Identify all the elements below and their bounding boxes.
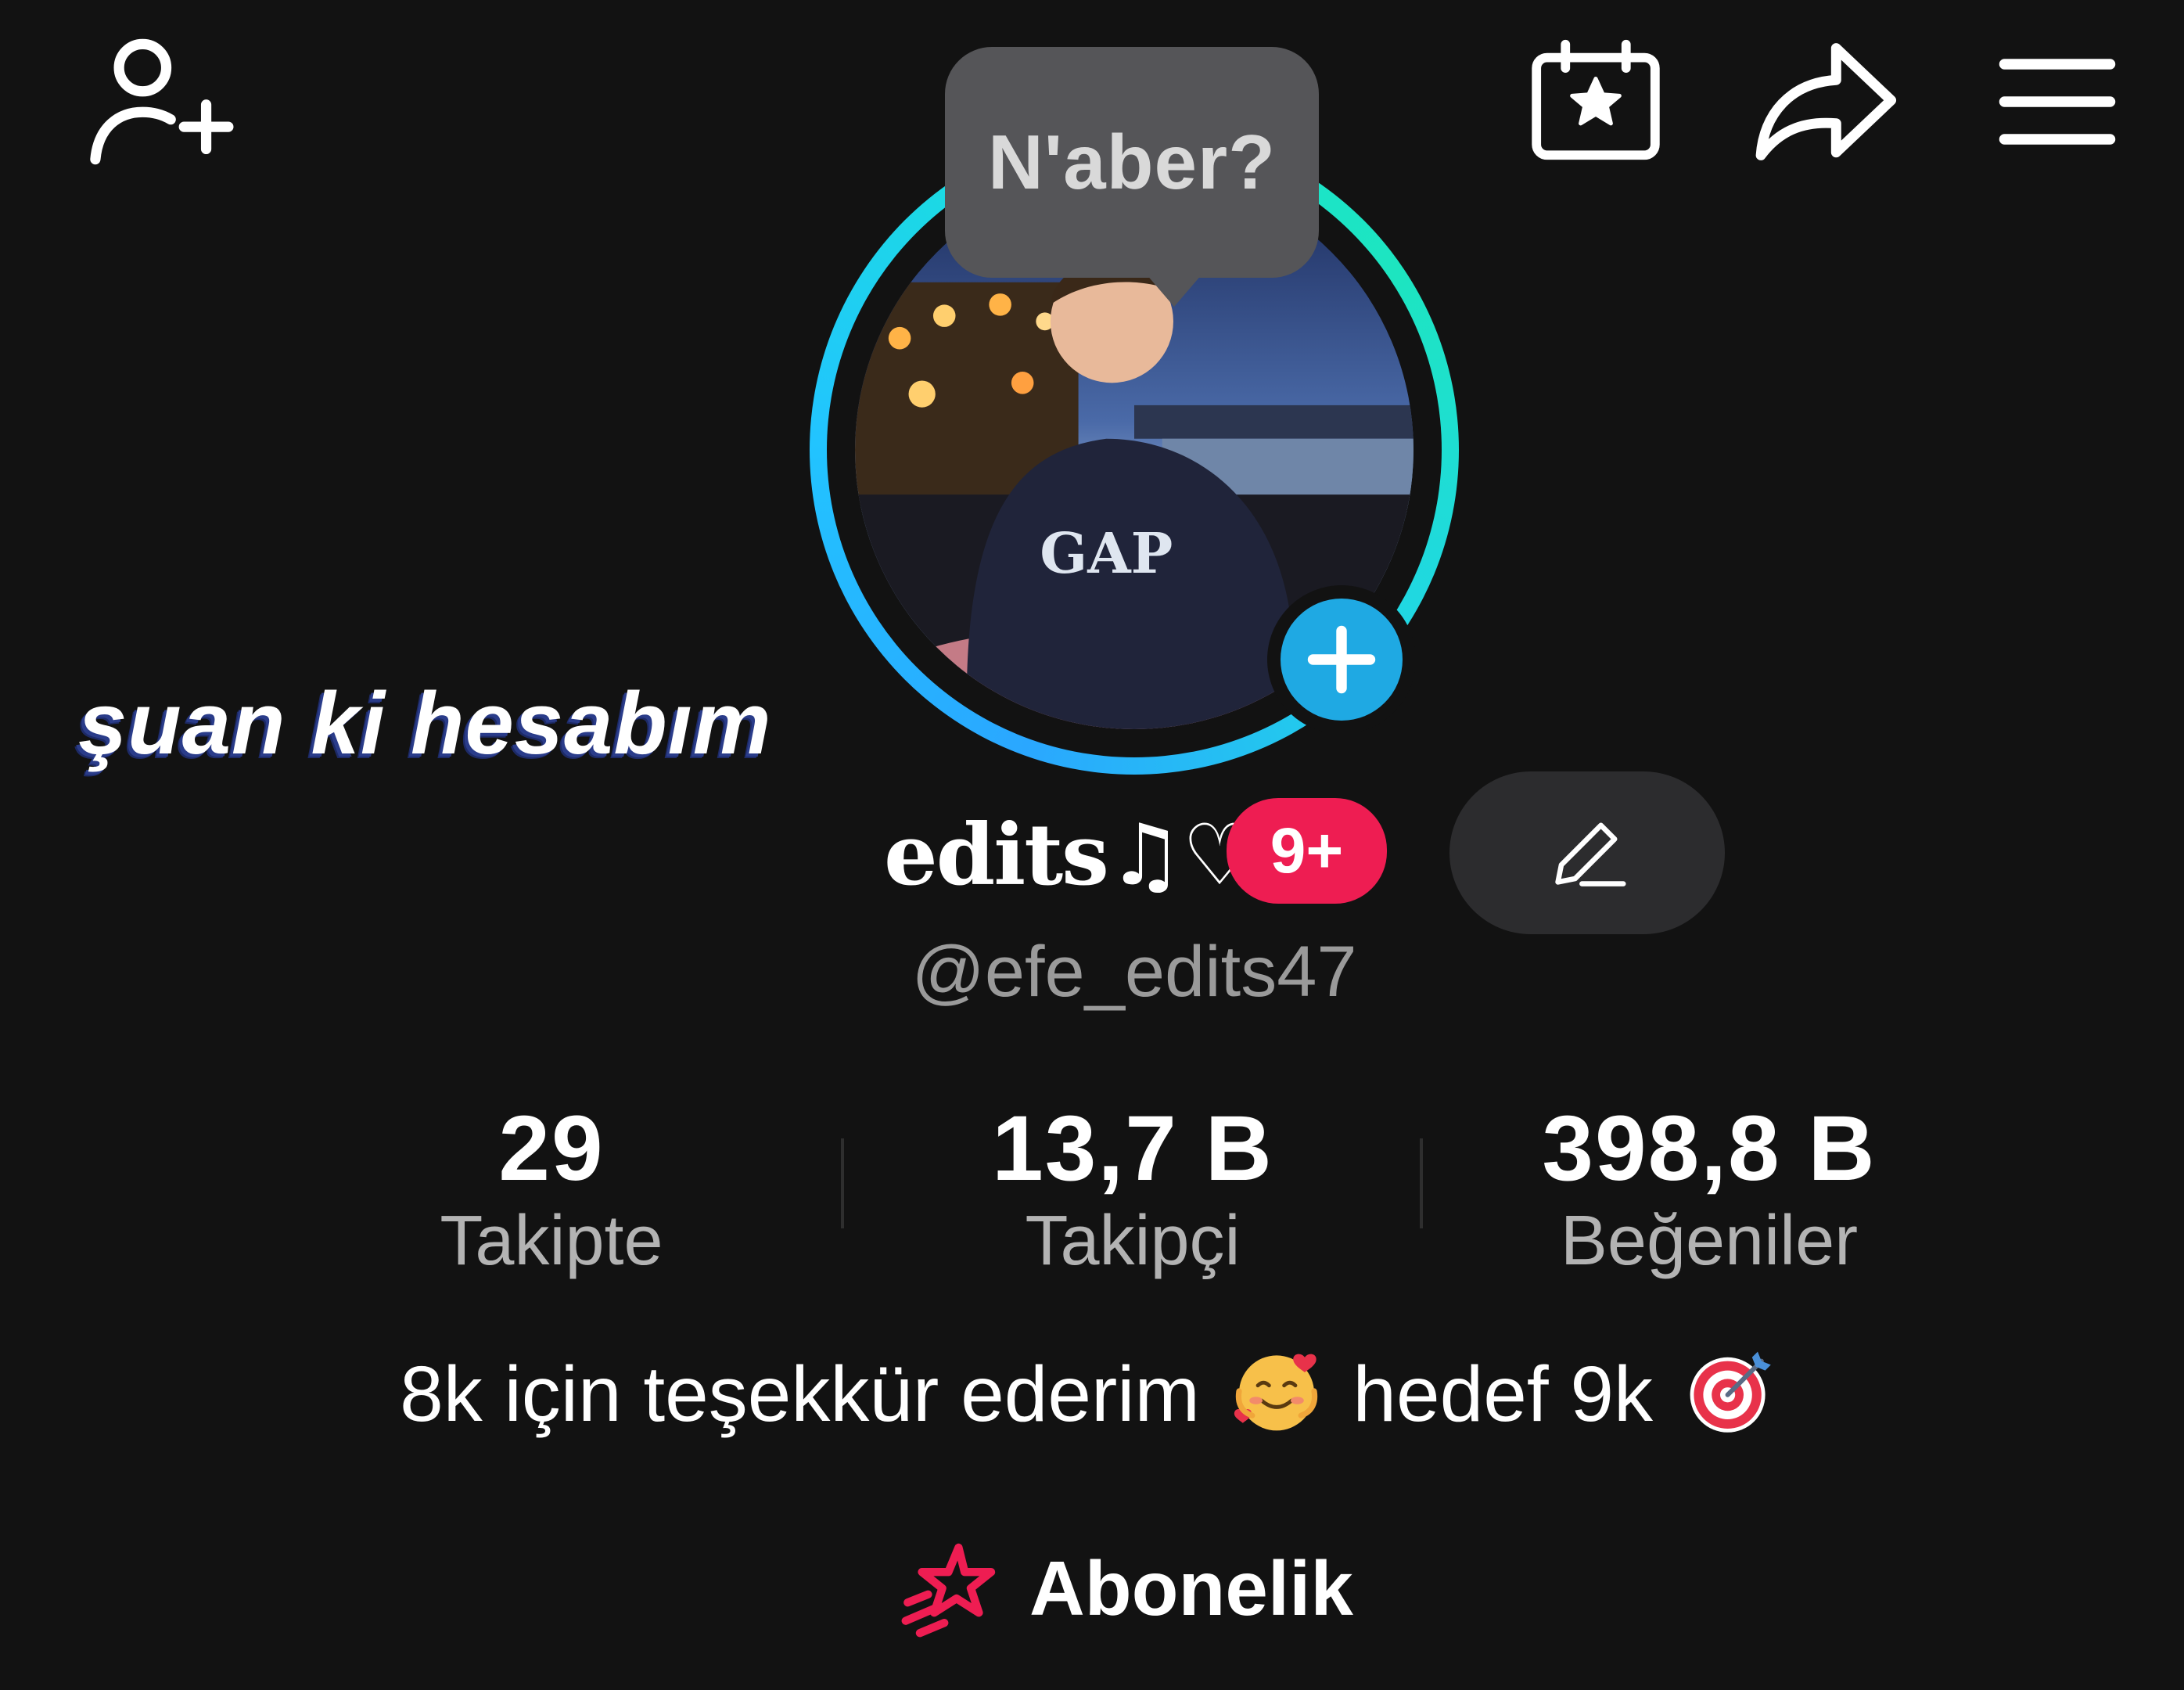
calendar-star-icon[interactable] <box>1529 39 1662 160</box>
stat-divider <box>841 1138 844 1228</box>
svg-text:GAP: GAP <box>1040 520 1173 586</box>
following-label[interactable]: Takipte <box>317 1201 786 1282</box>
hamburger-menu-icon[interactable] <box>1999 55 2116 149</box>
pencil-icon <box>1555 822 1626 886</box>
smiling-face-with-hearts-icon <box>1230 1344 1324 1438</box>
username: @efe_edits47 <box>911 932 1357 1012</box>
followers-count[interactable]: 13,7 B <box>898 1095 1367 1202</box>
status-bubble-tail <box>1146 274 1202 307</box>
status-bubble[interactable]: N'aber? <box>945 47 1319 278</box>
edit-profile-button[interactable] <box>1449 771 1725 934</box>
likes-count[interactable]: 398,8 B <box>1475 1095 1944 1202</box>
add-story-button[interactable] <box>1281 599 1403 721</box>
display-name: edits♫♡ <box>884 806 1258 904</box>
overlay-caption: şuan ki hesabım <box>78 674 772 772</box>
likes-label[interactable]: Beğeniler <box>1475 1201 1944 1282</box>
direct-hit-target-icon <box>1683 1344 1776 1438</box>
notification-badge[interactable]: 9+ <box>1227 798 1387 904</box>
subscription-button[interactable]: Abonelik <box>900 1530 1353 1647</box>
add-friend-icon[interactable] <box>86 35 235 168</box>
bio-text-part2: hedef 9k <box>1352 1350 1654 1438</box>
shooting-star-icon <box>900 1537 1001 1639</box>
subscription-label: Abonelik <box>1029 1544 1353 1631</box>
bio: 8k için teşekkür ederim hedef 9k <box>156 1350 2028 1447</box>
share-arrow-icon[interactable] <box>1752 39 1897 164</box>
bio-text-part1: 8k için teşekkür ederim <box>400 1350 1200 1438</box>
followers-label[interactable]: Takipçi <box>898 1201 1367 1282</box>
following-count[interactable]: 29 <box>317 1095 786 1202</box>
stat-divider <box>1420 1138 1423 1228</box>
plus-icon <box>1307 625 1376 694</box>
